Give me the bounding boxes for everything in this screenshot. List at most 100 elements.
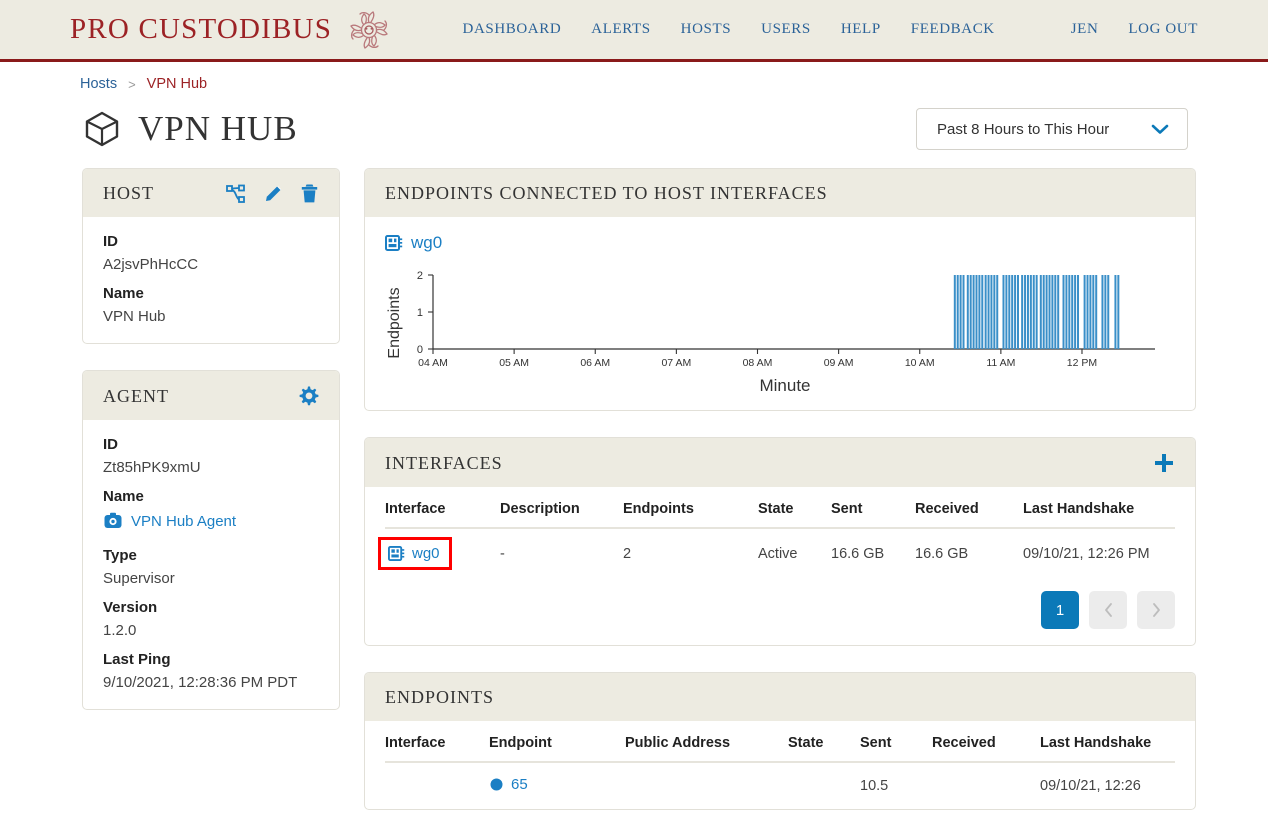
col-sent: Sent (831, 493, 915, 529)
cell-description: - (500, 546, 505, 562)
ep-col-endpoint: Endpoint (489, 727, 625, 763)
agent-name-label: Name (103, 488, 144, 505)
breadcrumb-separator: > (128, 76, 136, 92)
svg-text:04 AM: 04 AM (418, 357, 448, 369)
endpoints-table: Interface Endpoint Public Address State … (385, 727, 1175, 809)
endpoint-link-label: 65 (511, 776, 528, 793)
sitemap-icon[interactable] (225, 184, 247, 204)
main-content: HOST ID A2jsvPhHcCC Name VPN Hub AGENT I… (0, 150, 1268, 836)
agent-card-title: AGENT (103, 385, 169, 406)
ep-cell-received (932, 762, 1040, 809)
endpoints-table-header-row: Interface Endpoint Public Address State … (385, 727, 1175, 763)
ep-col-interface: Interface (385, 727, 489, 763)
ep-cell-sent: 10.5 (860, 778, 889, 794)
col-interface: Interface (385, 493, 500, 529)
endpoint-dot-icon (489, 777, 504, 792)
cell-endpoints: 2 (623, 546, 632, 562)
right-column: ENDPOINTS CONNECTED TO HOST INTERFACES w… (364, 168, 1196, 836)
nav-item-help[interactable]: HELP (841, 21, 881, 38)
agent-link[interactable]: VPN Hub Agent (103, 511, 236, 531)
interfaces-card: INTERFACES Interface Description Endpoin… (364, 437, 1196, 646)
svg-text:06 AM: 06 AM (580, 357, 610, 369)
left-column: HOST ID A2jsvPhHcCC Name VPN Hub AGENT I… (82, 168, 340, 736)
chart-series-link[interactable]: wg0 (385, 233, 442, 253)
nav-item-logout[interactable]: LOG OUT (1128, 21, 1198, 38)
cell-received: 16.6 GB (915, 546, 969, 562)
brand-wordmark: PRO CUSTODIBUS (70, 13, 333, 45)
svg-text:Endpoints: Endpoints (386, 287, 403, 358)
interfaces-table: Interface Description Endpoints State Se… (378, 493, 1175, 579)
page-title-row: VPN HUB Past 8 Hours to This Hour (0, 92, 1268, 150)
svg-text:05 AM: 05 AM (499, 357, 529, 369)
host-id-value: A2jsvPhHcCC (103, 256, 199, 273)
brand-logo[interactable]: PRO CUSTODIBUS (70, 7, 392, 53)
host-card-header: HOST (83, 169, 339, 217)
host-card-body: ID A2jsvPhHcCC Name VPN Hub (83, 217, 339, 343)
svg-text:12 PM: 12 PM (1067, 357, 1097, 369)
svg-text:09 AM: 09 AM (824, 357, 854, 369)
trash-icon[interactable] (300, 183, 319, 204)
host-name-label: Name (103, 285, 144, 302)
svg-text:08 AM: 08 AM (743, 357, 773, 369)
ep-col-received: Received (932, 727, 1040, 763)
endpoints-chart-body: wg0 Endpoints 012 04 AM 05 AM 06 AM 07 A… (365, 217, 1195, 410)
endpoint-link[interactable]: 65 (489, 776, 528, 793)
agent-version-label: Version (103, 599, 158, 616)
nav-item-alerts[interactable]: ALERTS (591, 21, 650, 38)
interface-chip-icon (388, 545, 405, 562)
chevron-right-icon (1151, 602, 1162, 618)
table-row: wg0 - 2 Active 16.6 GB 16.6 GB 09/10/21,… (378, 528, 1175, 579)
nav-item-users[interactable]: USERS (761, 21, 811, 38)
ep-col-sent: Sent (860, 727, 932, 763)
breadcrumb-item-hosts[interactable]: Hosts (80, 76, 117, 92)
interfaces-card-header: INTERFACES (365, 438, 1195, 487)
cell-last-handshake: 09/10/21, 12:26 PM (1023, 546, 1150, 562)
interfaces-pagination: 1 (385, 579, 1175, 645)
nav-item-hosts[interactable]: HOSTS (681, 21, 732, 38)
agent-id-label: ID (103, 436, 118, 453)
nav-item-user[interactable]: JEN (1071, 21, 1099, 38)
ep-cell-public-address (625, 762, 788, 809)
endpoints-chart-header: ENDPOINTS CONNECTED TO HOST INTERFACES (365, 169, 1195, 217)
main-navigation: DASHBOARD ALERTS HOSTS USERS HELP FEEDBA… (463, 21, 1198, 38)
gear-icon[interactable] (297, 385, 319, 407)
agent-link-label: VPN Hub Agent (131, 512, 237, 530)
col-endpoints: Endpoints (623, 493, 758, 529)
svg-text:07 AM: 07 AM (661, 357, 691, 369)
agent-name-value-wrap: VPN Hub Agent (103, 511, 319, 535)
breadcrumb-item-current: VPN Hub (146, 76, 208, 92)
interface-link-wg0[interactable]: wg0 (388, 545, 440, 562)
cell-interface: wg0 (378, 528, 500, 579)
interface-link-label: wg0 (412, 545, 440, 562)
ep-col-public-address: Public Address (625, 727, 788, 763)
col-received: Received (915, 493, 1023, 529)
interfaces-table-header-row: Interface Description Endpoints State Se… (385, 493, 1175, 529)
agent-id-value: Zt85hPK9xmU (103, 459, 201, 476)
pagination-page-1[interactable]: 1 (1041, 591, 1079, 629)
chevron-left-icon (1103, 602, 1114, 618)
ep-col-state: State (788, 727, 860, 763)
top-header-bar: PRO CUSTODIBUS DASHBOARD ALERTS HOSTS US… (0, 0, 1268, 62)
nav-item-feedback[interactable]: FEEDBACK (911, 21, 995, 38)
svg-text:11 AM: 11 AM (986, 357, 1015, 369)
host-card: HOST ID A2jsvPhHcCC Name VPN Hub (82, 168, 340, 344)
endpoints-chart-svg: Endpoints 0 1 2 04 AM 05 AM 06 AM 07 AM 08 AM 0… (386, 270, 1155, 395)
svg-text:1: 1 (417, 307, 423, 319)
nav-item-dashboard[interactable]: DASHBOARD (463, 21, 562, 38)
agent-type-label: Type (103, 547, 137, 564)
host-id-label: ID (103, 233, 118, 250)
cell-sent: 16.6 GB (831, 546, 885, 562)
plus-icon[interactable] (1153, 452, 1175, 474)
interface-chip-icon (385, 234, 403, 252)
pencil-icon[interactable] (263, 183, 284, 204)
breadcrumb: Hosts > VPN Hub (0, 62, 1268, 92)
time-range-select[interactable]: Past 8 Hours to This Hour (916, 108, 1188, 150)
ep-col-last-handshake: Last Handshake (1040, 727, 1175, 763)
interfaces-card-title: INTERFACES (385, 452, 503, 473)
pagination-next-button[interactable] (1137, 591, 1175, 629)
ep-cell-state (788, 762, 860, 809)
pagination-prev-button[interactable] (1089, 591, 1127, 629)
page-title-group: VPN HUB (82, 109, 298, 149)
time-range-value: Past 8 Hours to This Hour (937, 120, 1110, 138)
agent-card-body: ID Zt85hPK9xmU Name VPN Hub Agent Type S… (83, 420, 339, 709)
